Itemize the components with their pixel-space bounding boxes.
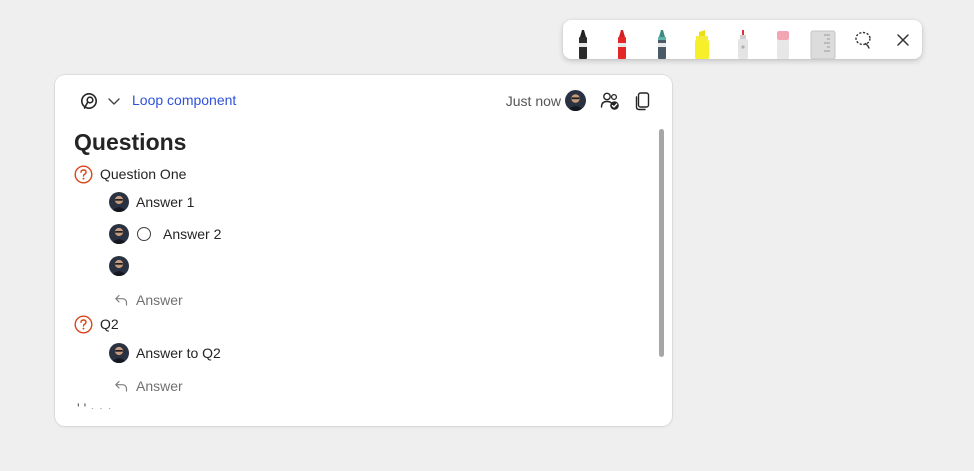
share-people-icon[interactable]	[599, 90, 621, 112]
answer-item[interactable]	[109, 255, 136, 277]
pen-black-icon	[579, 30, 587, 59]
chevron-down-icon[interactable]	[106, 93, 122, 109]
pen-red-tool[interactable]	[606, 24, 638, 59]
eraser-icon	[777, 31, 789, 59]
answer-text[interactable]: Answer to Q2	[136, 345, 221, 361]
question-circle-icon[interactable]	[74, 164, 93, 184]
question-item[interactable]: Q2	[74, 314, 119, 334]
lasso-select-button[interactable]	[851, 28, 875, 52]
loop-logo-icon	[81, 93, 97, 109]
ruler-icon	[810, 30, 836, 59]
last-edited-timestamp: Just now	[505, 93, 561, 109]
answer-placeholder[interactable]: Answer	[136, 292, 183, 308]
answer-item[interactable]: Answer 2	[109, 223, 221, 245]
lasso-select-icon	[855, 31, 871, 49]
loop-component-card: Loop component Just now Questions Questi…	[55, 75, 672, 426]
answer-text[interactable]: Answer 2	[163, 226, 221, 242]
highlighter-yellow-tool[interactable]	[686, 24, 718, 59]
reply-arrow-icon	[115, 380, 128, 392]
highlighter-icon	[695, 30, 709, 59]
scrollbar-thumb[interactable]	[659, 129, 664, 357]
avatar	[109, 256, 129, 276]
pen-black-tool[interactable]	[567, 24, 599, 59]
loop-component-link[interactable]: Loop component	[132, 92, 236, 108]
page-title: Questions	[74, 129, 187, 155]
answer-input[interactable]: Answer	[114, 290, 183, 310]
cutoff-text: ' ' · · ·	[77, 401, 112, 409]
card-content: Questions Question One Answer 1 Answer 2…	[55, 125, 655, 426]
eraser-tool[interactable]	[767, 24, 799, 59]
answer-text[interactable]: Answer 1	[136, 194, 194, 210]
laser-pointer-icon	[738, 30, 748, 59]
pen-teal-tool[interactable]	[646, 24, 678, 59]
pen-teal-icon	[658, 30, 666, 59]
avatar	[109, 192, 129, 212]
pen-red-icon	[618, 30, 626, 59]
answer-input[interactable]: Answer	[114, 376, 183, 396]
close-toolbar-button[interactable]	[891, 28, 915, 52]
reply-arrow-icon	[115, 294, 128, 306]
question-circle-icon[interactable]	[74, 314, 93, 334]
cutoff-text-label: ' ' · · ·	[77, 401, 112, 409]
question-text[interactable]: Q2	[100, 316, 119, 332]
question-text[interactable]: Question One	[100, 166, 186, 182]
avatar	[109, 224, 129, 244]
ruler-tool[interactable]	[807, 24, 839, 59]
avatar	[109, 343, 129, 363]
close-icon	[897, 34, 909, 46]
answer-radio[interactable]	[137, 227, 151, 241]
answer-item[interactable]: Answer to Q2	[109, 342, 221, 364]
card-header: Loop component Just now	[55, 75, 672, 125]
laser-pointer-tool[interactable]	[727, 24, 759, 59]
answer-item[interactable]: Answer 1	[109, 191, 194, 213]
answer-placeholder[interactable]: Answer	[136, 378, 183, 394]
copy-icon[interactable]	[632, 90, 654, 112]
avatar[interactable]	[565, 90, 586, 111]
ink-toolbar	[563, 20, 922, 59]
question-item[interactable]: Question One	[74, 164, 186, 184]
